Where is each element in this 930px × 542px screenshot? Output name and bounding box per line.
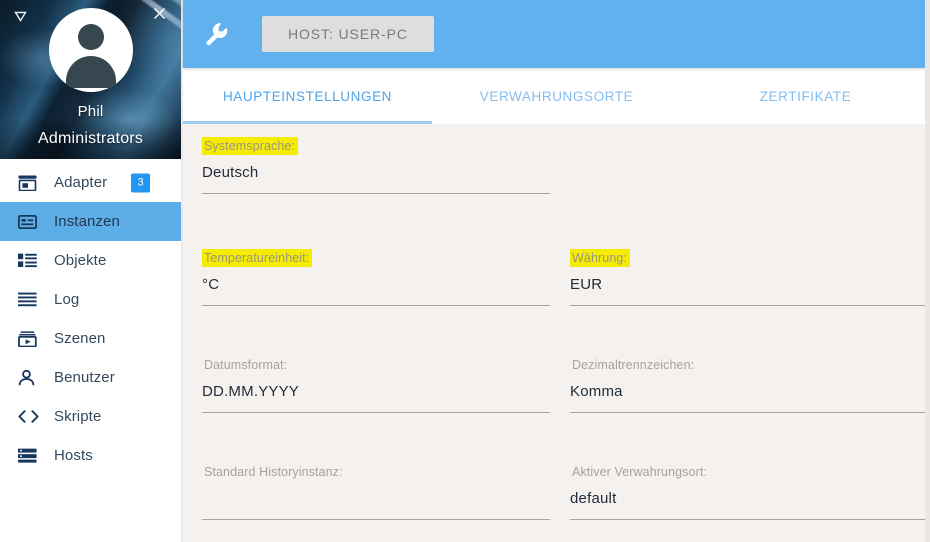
field-underline [570,519,929,520]
field-empty-slot [551,129,930,241]
sidebar-item-label: Skripte [54,408,102,425]
tab-verwahrungsorte[interactable]: VERWAHRUNGSORTE [432,68,681,124]
sidebar-item-objekte[interactable]: Objekte [0,241,181,280]
field-value[interactable]: default [570,490,930,510]
user-role: Administrators [37,130,144,147]
field-waehrung: Währung: EUR [551,241,930,348]
sidebar-item-szenen[interactable]: Szenen [0,319,181,358]
caret-down-icon[interactable] [12,10,28,26]
field-dezimaltrennzeichen: Dezimaltrennzeichen: Komma [551,348,930,455]
field-underline [202,193,550,194]
field-underline [202,412,550,413]
store-icon [18,175,46,191]
settings-form: Systemsprache: Deutsch Temperatureinheit… [183,124,930,542]
close-icon[interactable] [151,7,167,23]
field-datumsformat: Datumsformat: DD.MM.YYYY [183,348,551,455]
sidebar-item-label: Log [54,291,80,308]
field-standard-historyinstanz: Standard Historyinstanz: [183,455,551,542]
objects-icon [18,253,46,268]
sidebar-item-label: Hosts [54,447,93,464]
sidebar-item-label: Benutzer [54,369,115,386]
sidebar-item-label: Objekte [54,252,107,269]
sidebar: Phil Administrators Adapter 3 Instanzen … [0,0,181,542]
form-row: Temperatureinheit: °C Währung: EUR [183,241,930,348]
sidebar-item-label: Szenen [54,330,106,347]
field-label: Standard Historyinstanz: [204,465,343,479]
field-label: Systemsprache: [202,137,299,155]
field-value[interactable]: Komma [570,383,930,403]
field-label: Aktiver Verwahrungsort: [572,465,707,479]
sidebar-item-skripte[interactable]: Skripte [0,397,181,436]
form-row: Systemsprache: Deutsch [183,129,930,241]
field-underline [570,412,929,413]
lines-icon [18,292,46,307]
field-value[interactable]: EUR [570,276,930,296]
field-label: Temperatureinheit: [202,249,313,267]
sidebar-item-benutzer[interactable]: Benutzer [0,358,181,397]
server-icon [18,448,46,463]
field-underline [202,519,550,520]
field-grid: Systemsprache: Deutsch Temperatureinheit… [183,124,930,542]
field-value[interactable] [202,490,551,510]
field-value[interactable]: DD.MM.YYYY [202,383,551,403]
tab-zertifikate[interactable]: ZERTIFIKATE [681,68,930,124]
field-label: Währung: [570,249,630,267]
application-window: Phil Administrators Adapter 3 Instanzen … [0,0,930,542]
sidebar-item-hosts[interactable]: Hosts [0,436,181,475]
user-panel: Phil Administrators [0,0,181,159]
user-name: Phil [77,103,104,120]
form-row: Standard Historyinstanz: Aktiver Verwahr… [183,455,930,542]
avatar-head [78,24,104,50]
sidebar-item-label: Instanzen [54,213,120,230]
code-icon [18,410,46,423]
field-underline [202,305,550,306]
window-right-edge [925,0,930,542]
scenes-icon [18,330,46,347]
field-systemsprache: Systemsprache: Deutsch [183,129,551,241]
main-area: HOST: USER-PC HAUPTEINSTELLUNGEN VERWAHR… [181,0,930,542]
top-toolbar: HOST: USER-PC [183,0,930,68]
host-selector-button[interactable]: HOST: USER-PC [262,16,434,52]
avatar-body [66,56,116,88]
field-underline [570,305,929,306]
field-value[interactable]: Deutsch [202,164,551,184]
form-row: Datumsformat: DD.MM.YYYY Dezimaltrennzei… [183,348,930,455]
tab-haupteinstellungen[interactable]: HAUPTEINSTELLUNGEN [183,68,432,124]
instances-icon [18,214,46,229]
person-icon [18,369,46,386]
adapter-count-badge: 3 [131,173,150,192]
sidebar-menu: Adapter 3 Instanzen Objekte Log Szenen B… [0,159,181,475]
field-aktiver-verwahrungsort: Aktiver Verwahrungsort: default [551,455,930,542]
sidebar-item-log[interactable]: Log [0,280,181,319]
user-avatar-icon[interactable] [49,8,133,92]
wrench-icon[interactable] [200,17,234,51]
field-label: Datumsformat: [204,358,288,372]
tab-bar: HAUPTEINSTELLUNGEN VERWAHRUNGSORTE ZERTI… [183,68,930,124]
field-label: Dezimaltrennzeichen: [572,358,695,372]
sidebar-item-label: Adapter [54,174,108,191]
sidebar-item-adapter[interactable]: Adapter 3 [0,163,181,202]
field-value[interactable]: °C [202,276,551,296]
sidebar-item-instanzen[interactable]: Instanzen [0,202,181,241]
field-temperatureinheit: Temperatureinheit: °C [183,241,551,348]
